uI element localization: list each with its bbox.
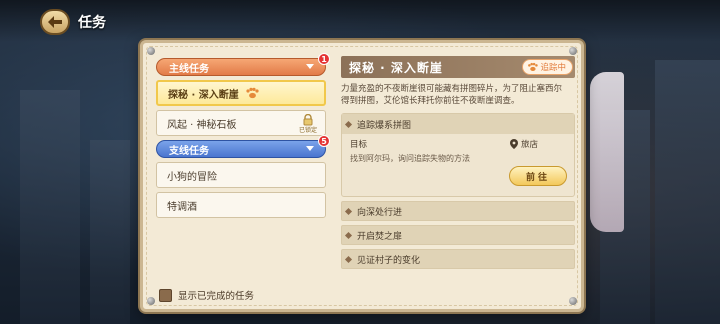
current-step-panel: 追踪爆系拼图 目标 找到阿尔玛，询问追踪失物的方法 旅店 前往 — [341, 113, 575, 197]
top-bar: 任务 — [0, 0, 720, 42]
current-step-title: 追踪爆系拼图 — [357, 120, 412, 131]
diamond-icon — [344, 231, 353, 239]
quest-step[interactable]: 向深处行进 — [341, 201, 575, 221]
locked-indicator: 已锁定 — [299, 114, 317, 134]
quest-item-special-drink[interactable]: 特调酒 — [156, 192, 326, 218]
quest-list: 主线任务 1 探秘 · 深入断崖 风起 · 神秘石板 已锁定 支线任务 5 小狗… — [156, 53, 330, 222]
location-indicator: 旅店 — [510, 138, 538, 150]
notification-badge: 1 — [318, 53, 330, 65]
tracking-label: 追踪中 — [540, 63, 566, 73]
quest-title-bar: 探秘 · 深入断崖 追踪中 — [341, 56, 575, 78]
go-button[interactable]: 前往 — [509, 166, 567, 186]
diamond-icon — [344, 120, 353, 128]
show-completed-toggle[interactable]: 显示已完成的任务 — [159, 288, 254, 302]
current-step-header[interactable]: 追踪爆系拼图 — [342, 114, 574, 134]
back-arrow-icon — [48, 16, 62, 28]
quest-step[interactable]: 开启焚之扉 — [341, 225, 575, 245]
page-title: 任务 — [78, 15, 106, 31]
quest-description: 力量充盈的不夜断崖很可能藏有拼图碎片，为了阻止塞西尔得到拼图，艾伦馆长拜托你前往… — [341, 84, 563, 106]
show-completed-label: 显示已完成的任务 — [178, 291, 255, 302]
main-quest-category[interactable]: 主线任务 1 — [156, 53, 330, 76]
step-label: 向深处行进 — [357, 207, 403, 218]
nail-icon — [147, 297, 155, 305]
quest-step[interactable]: 见证村子的变化 — [341, 249, 575, 269]
step-label: 开启焚之扉 — [357, 231, 403, 242]
back-button[interactable] — [40, 9, 70, 35]
quest-label: 探秘 · 深入断崖 — [168, 89, 239, 101]
location-name: 旅店 — [521, 140, 539, 150]
step-label: 见证村子的变化 — [357, 255, 421, 266]
quest-detail: 探秘 · 深入断崖 追踪中 力量充盈的不夜断崖很可能藏有拼图碎片，为了阻止塞西尔… — [341, 56, 575, 269]
paw-icon — [246, 87, 259, 99]
diamond-icon — [344, 255, 353, 263]
lock-label: 已锁定 — [298, 127, 317, 134]
notification-badge: 5 — [318, 135, 330, 147]
tracking-badge[interactable]: 追踪中 — [522, 59, 573, 75]
location-pin-icon — [510, 139, 518, 149]
quest-item-puppy-adventure[interactable]: 小狗的冒险 — [156, 162, 326, 188]
current-step-body: 目标 找到阿尔玛，询问追踪失物的方法 旅店 前往 — [342, 134, 574, 196]
category-label: 主线任务 — [169, 63, 209, 75]
diamond-icon — [344, 207, 353, 215]
category-label: 支线任务 — [169, 145, 209, 157]
paw-icon — [528, 62, 539, 72]
nail-icon — [569, 297, 577, 305]
quest-label: 风起 · 神秘石板 — [167, 119, 237, 131]
show-completed-checkbox[interactable] — [159, 288, 172, 302]
nail-icon — [147, 47, 155, 55]
quest-board: 主线任务 1 探秘 · 深入断崖 风起 · 神秘石板 已锁定 支线任务 5 小狗… — [140, 40, 584, 312]
nail-icon — [569, 47, 577, 55]
quest-label: 特调酒 — [167, 201, 197, 213]
character-decoration — [590, 72, 624, 232]
chevron-down-icon — [306, 146, 314, 151]
quest-item-explore-cliff[interactable]: 探秘 · 深入断崖 — [156, 80, 326, 106]
quest-label: 小狗的冒险 — [167, 171, 217, 183]
quest-title: 探秘 · 深入断崖 — [349, 60, 443, 75]
quest-item-mysterious-slab[interactable]: 风起 · 神秘石板 已锁定 — [156, 110, 326, 136]
goal-text: 找到阿尔玛，询问追踪失物的方法 — [350, 154, 470, 163]
side-quest-category[interactable]: 支线任务 5 — [156, 135, 330, 158]
chevron-down-icon — [306, 64, 314, 69]
